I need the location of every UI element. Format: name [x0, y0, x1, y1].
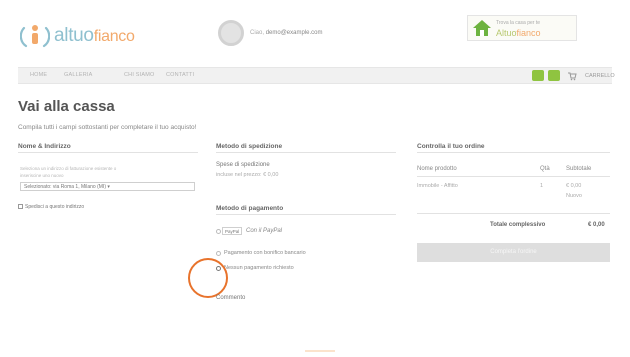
payment-option-none[interactable]: Nessun pagamento richiesto [224, 265, 294, 271]
cart-label[interactable]: CARRELLO [585, 73, 615, 79]
paypal-logo: PayPal [222, 227, 242, 235]
address-select[interactable]: Selezionato: via Roma 1, Milano (MI) ▾ [20, 182, 195, 191]
nav-item-home[interactable]: HOME [30, 72, 47, 78]
user-info: Ciao, demo@example.com [250, 30, 322, 36]
order-row-subtotal: € 0,00 [566, 183, 582, 189]
checkbox-icon[interactable] [18, 204, 23, 210]
payment-radio-bank[interactable] [216, 251, 221, 256]
page-title: Vai alla cassa [18, 98, 115, 115]
ship-here-label: Spedisci a questo indirizzo [25, 204, 85, 210]
promo-badge[interactable]: Trova la casa per te Altuofianco [467, 15, 577, 41]
nav-cart-button[interactable] [548, 70, 560, 81]
payment-option-paypal[interactable]: Con il PayPal [246, 228, 282, 234]
address-divider [18, 152, 198, 153]
order-col-subtotal: Subtotale [566, 166, 592, 172]
order-row-divider [417, 213, 610, 214]
nav-home-button[interactable] [532, 70, 544, 81]
order-col-product: Nome prodotto [417, 166, 457, 172]
ship-here-link[interactable]: Spedisci a questo indirizzo [18, 204, 84, 210]
address-heading: Nome & Indirizzo [18, 143, 71, 150]
order-row-qty: 1 [540, 183, 544, 189]
payment-heading: Metodo di pagamento [216, 205, 284, 212]
shipping-heading: Metodo di spedizione [216, 143, 283, 150]
address-help-2: inseriscine uno nuovo [20, 173, 64, 178]
page-subtitle: Compila tutti i campi sottostanti per co… [18, 124, 197, 131]
promo-brand-a: Altuo [496, 28, 517, 38]
logo-accent: fianco [93, 28, 135, 45]
payment-radio-paypal[interactable] [216, 229, 221, 234]
order-heading: Controlla il tuo ordine [417, 143, 485, 150]
cart-icon[interactable] [567, 71, 577, 81]
order-header-divider [417, 176, 610, 177]
order-total-label: Totale complessivo [490, 222, 546, 228]
order-row-note: Nuovo [566, 193, 582, 199]
order-total-value: € 0,00 [588, 222, 605, 228]
payment-option-bank[interactable]: Pagamento con bonifico bancario [224, 250, 306, 256]
nav-item-contacts[interactable]: CONTATTI [166, 72, 194, 78]
order-col-qty: Qtà [540, 166, 550, 172]
order-row-product: Immobile - Affitto [417, 183, 458, 189]
nav-item-gallery[interactable]: GALLERIA [64, 72, 93, 78]
payment-divider [216, 214, 396, 215]
logo-main: altuo [54, 25, 94, 46]
house-icon [473, 20, 491, 36]
order-divider [417, 152, 610, 153]
annotation-circle [188, 258, 228, 298]
promo-brand-b: fianco [516, 28, 541, 38]
user-email[interactable]: demo@example.com [266, 30, 323, 36]
place-order-button[interactable]: Completa l'ordine [417, 243, 610, 262]
promo-badge-brand: Altuofianco [496, 28, 541, 38]
avatar[interactable] [218, 20, 244, 46]
comments-heading: Commento [216, 295, 246, 301]
nav-item-about[interactable]: CHI SIAMO [124, 72, 155, 78]
promo-badge-caption: Trova la casa per te [496, 20, 541, 26]
shipping-method-label: Spese di spedizione [216, 162, 270, 168]
shipping-divider [216, 152, 396, 153]
address-help-1: Seleziona un indirizzo di fatturazione e… [20, 166, 117, 171]
logo-icon [20, 25, 50, 48]
shipping-method-value: incluse nel prezzo: € 0,00 [216, 172, 279, 178]
logo-text[interactable]: altuofianco [54, 25, 135, 47]
user-label: Ciao, [250, 30, 265, 36]
main-nav: HOME GALLERIA CHI SIAMO CONTATTI CARRELL… [18, 67, 615, 84]
footer-accent [305, 350, 335, 352]
